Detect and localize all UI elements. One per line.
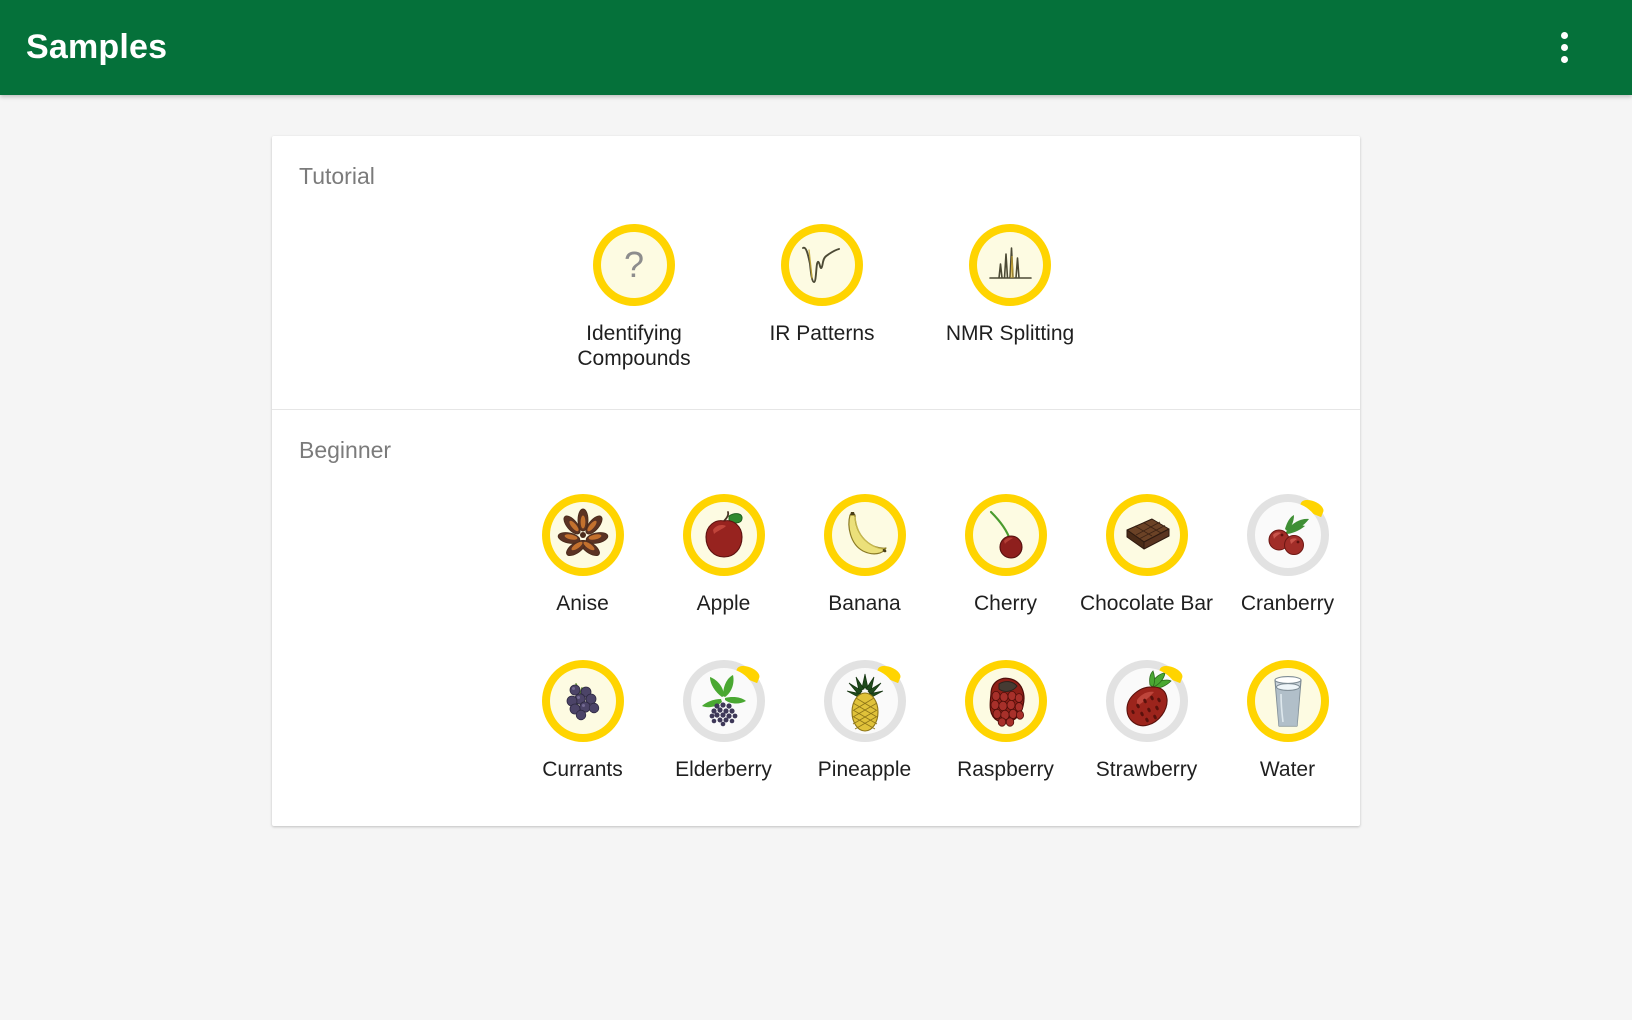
ring-inner [1254,668,1321,734]
tile-label: IR Patterns [769,322,875,345]
ring-inner: ? [601,232,667,298]
star-anise-icon [557,508,608,556]
progress-ring [682,660,765,742]
progress-ring [964,494,1047,576]
ring-inner [831,502,898,568]
progress-ring [781,224,863,306]
tile-label: NMR Splitting [945,322,1075,345]
tile-label: Banana [828,592,901,615]
tutorial-grid: ? Identifying Compounds IR Patterns NMR … [540,190,1360,409]
tile-water[interactable]: Water [1217,660,1358,782]
ir-spectrum-icon [802,246,840,283]
tile-label: Raspberry [957,758,1054,781]
tile-elderberry[interactable]: Elderberry [653,660,794,782]
page-title: Samples [26,28,168,66]
beginner-grid: Anise Apple Banana Cherry Chocolate Bar … [512,464,1360,826]
nmr-peaks-icon [989,247,1032,279]
tile-chocolate-bar[interactable]: Chocolate Bar [1076,494,1217,616]
tile-currants[interactable]: Currants [512,660,653,782]
menu-dot [1560,32,1568,39]
tile-label: Currants [542,758,623,781]
tile-label: Chocolate Bar [1079,592,1214,615]
tile-anise[interactable]: Anise [512,494,653,616]
menu-dot [1560,44,1568,51]
ring-inner [1254,502,1321,568]
ring-inner [972,502,1039,568]
app-bar: Samples [0,0,1632,95]
ring-inner [831,668,898,734]
progress-ring [1105,660,1188,742]
tile-apple[interactable]: Apple [653,494,794,616]
progress-ring [682,494,765,576]
menu-dot [1560,56,1568,63]
progress-ring [969,224,1051,306]
cherry-icon [989,510,1023,559]
tile-label: Cherry [973,592,1037,615]
ring-inner [549,668,616,734]
ring-inner [1113,502,1180,568]
ring-inner [977,232,1043,298]
progress-ring [541,660,624,742]
progress-ring [1246,494,1329,576]
strawberry-icon [1125,670,1172,727]
progress-ring [541,494,624,576]
scroll-content[interactable]: Tutorial ? Identifying Compounds IR Patt… [0,95,1632,1020]
ring-inner [972,668,1039,734]
more-vertical-icon[interactable] [1538,22,1590,74]
progress-ring: ? [593,224,675,306]
samples-card: Tutorial ? Identifying Compounds IR Patt… [272,136,1360,826]
question-mark-icon: ? [623,244,645,285]
tile-banana[interactable]: Banana [794,494,935,616]
tile-raspberry[interactable]: Raspberry [935,660,1076,782]
tile-pineapple[interactable]: Pineapple [794,660,935,782]
section-title-beginner: Beginner [299,437,392,463]
tile-cherry[interactable]: Cherry [935,494,1076,616]
tile-label: Elderberry [675,758,772,781]
ring-inner [789,232,855,298]
section-title-tutorial: Tutorial [299,163,375,189]
progress-ring [1246,660,1329,742]
tile-strawberry[interactable]: Strawberry [1076,660,1217,782]
raspberry-icon [989,677,1025,727]
tile-label: Anise [556,592,609,615]
tile-ir-patterns[interactable]: IR Patterns [728,224,916,371]
tile-label: Identifying Compounds [577,322,691,370]
section-tutorial: Tutorial ? Identifying Compounds IR Patt… [272,136,1360,409]
apple-icon [704,511,743,558]
tile-label: Water [1259,758,1316,781]
section-beginner: Beginner Anise Apple Banana Cherry Choco… [272,409,1360,826]
tile-label: Apple [696,592,751,615]
ring-inner [549,502,616,568]
progress-ring [823,660,906,742]
currants-icon [566,683,599,721]
tile-cranberry[interactable]: Cranberry [1217,494,1358,616]
tile-label: Strawberry [1095,758,1198,781]
pineapple-icon [846,673,883,732]
elderberry-icon [701,675,746,727]
chocolate-bar-icon [1126,518,1169,550]
cranberry-icon [1268,515,1309,555]
banana-icon [847,512,887,555]
ring-inner [690,668,757,734]
tile-label: Cranberry [1240,592,1335,615]
tile-nmr-splitting[interactable]: NMR Splitting [916,224,1104,371]
progress-ring [823,494,906,576]
progress-ring [964,660,1047,742]
progress-ring [1105,494,1188,576]
tile-label: Pineapple [817,758,912,781]
glass-of-water-icon [1273,676,1302,727]
ring-inner [1113,668,1180,734]
ring-inner [690,502,757,568]
tile-identifying-compounds[interactable]: ? Identifying Compounds [540,224,728,371]
